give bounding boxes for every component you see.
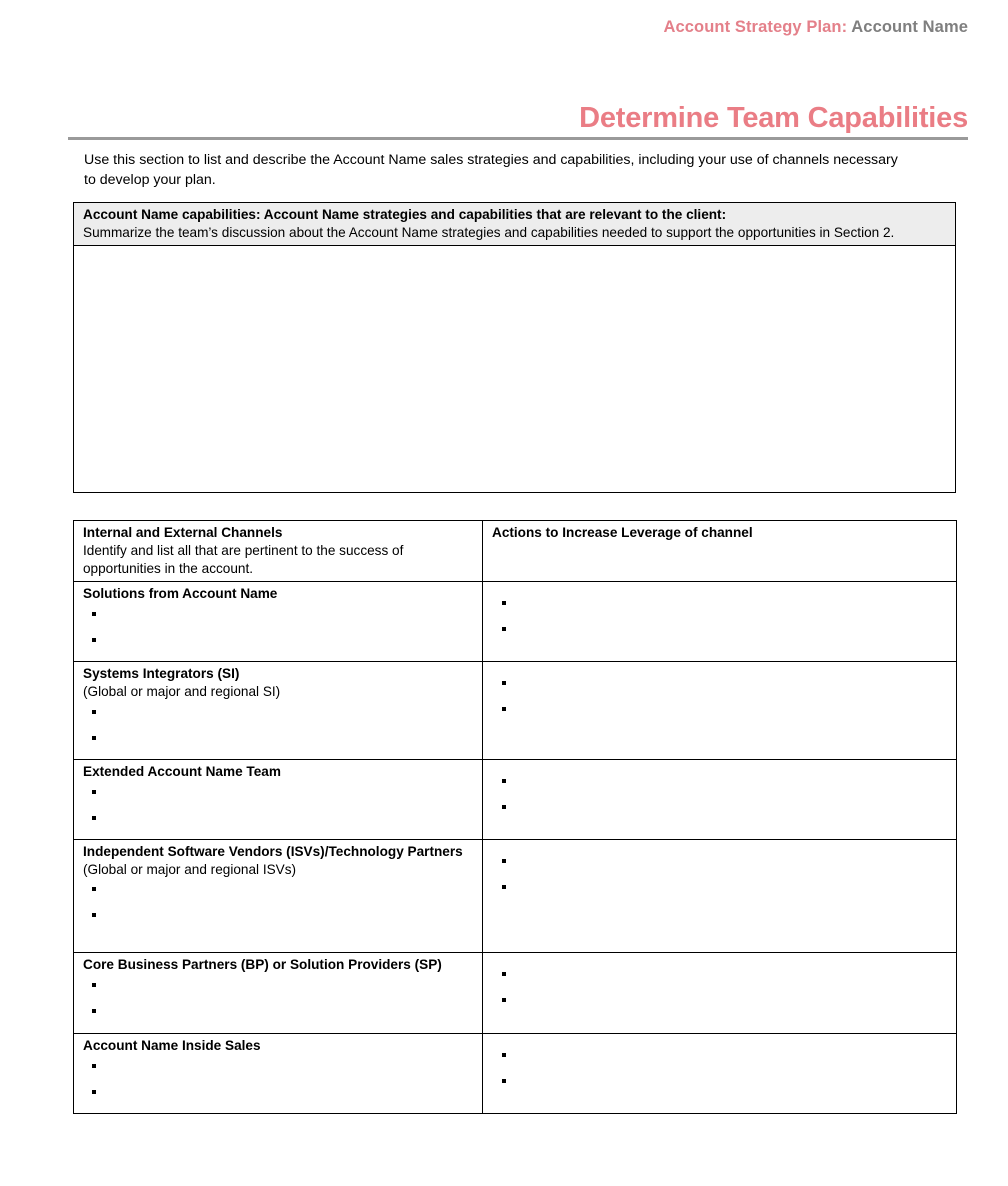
list-item[interactable] bbox=[502, 773, 949, 789]
channel-name-cell[interactable]: Systems Integrators (SI) (Global or major… bbox=[73, 660, 483, 760]
channel-actions-cell[interactable] bbox=[482, 580, 957, 662]
list-item[interactable] bbox=[92, 784, 475, 800]
channel-bullet-list bbox=[83, 1058, 475, 1100]
channel-actions-cell[interactable] bbox=[482, 660, 957, 760]
list-item[interactable] bbox=[502, 853, 949, 869]
table-row: Systems Integrators (SI) (Global or major… bbox=[73, 660, 957, 760]
list-item[interactable] bbox=[502, 675, 949, 691]
list-item[interactable] bbox=[92, 881, 475, 897]
actions-bullet-list bbox=[492, 853, 949, 895]
channel-name-sublabel: (Global or major and regional ISVs) bbox=[83, 861, 297, 877]
channels-header-right-title: Actions to Increase Leverage of channel bbox=[492, 525, 753, 540]
title-divider bbox=[68, 137, 968, 141]
actions-bullet-list bbox=[492, 773, 949, 815]
channels-table-body: Internal and External Channels Identify … bbox=[73, 520, 957, 1114]
list-item[interactable] bbox=[502, 966, 949, 982]
list-item[interactable] bbox=[502, 595, 949, 611]
list-item[interactable] bbox=[502, 621, 949, 637]
channels-table: Internal and External Channels Identify … bbox=[73, 520, 957, 1114]
channel-name-label: Systems Integrators (SI) bbox=[83, 665, 240, 681]
actions-bullet-list bbox=[492, 966, 949, 1008]
list-item[interactable] bbox=[502, 701, 949, 717]
channel-name-cell[interactable]: Core Business Partners (BP) or Solution … bbox=[73, 951, 483, 1034]
list-item[interactable] bbox=[502, 799, 949, 815]
channel-name-label: Solutions from Account Name bbox=[83, 585, 278, 601]
channel-name-cell[interactable]: Independent Software Vendors (ISVs)/Tech… bbox=[73, 838, 483, 953]
table-row: Core Business Partners (BP) or Solution … bbox=[73, 951, 957, 1034]
capabilities-heading: Account Name capabilities: Account Name … bbox=[83, 207, 727, 222]
actions-bullet-list bbox=[492, 675, 949, 717]
list-item[interactable] bbox=[92, 810, 475, 826]
list-item[interactable] bbox=[502, 1047, 949, 1063]
capabilities-instruction: Summarize the team’s discussion about th… bbox=[83, 224, 895, 240]
page-title: Determine Team Capabilities bbox=[579, 102, 968, 134]
running-header-prefix: Account Strategy Plan: bbox=[663, 18, 848, 36]
channel-actions-cell[interactable] bbox=[482, 1032, 957, 1114]
list-item[interactable] bbox=[92, 977, 475, 993]
title-block: Determine Team Capabilities bbox=[68, 102, 968, 141]
table-row: Account Name Inside Sales bbox=[73, 1032, 957, 1114]
list-item[interactable] bbox=[92, 1058, 475, 1074]
list-item[interactable] bbox=[92, 632, 475, 648]
list-item[interactable] bbox=[92, 730, 475, 746]
channel-name-label: Account Name Inside Sales bbox=[83, 1037, 261, 1053]
table-row: Solutions from Account Name bbox=[73, 580, 957, 662]
channel-bullet-list bbox=[83, 977, 475, 1019]
channel-name-label: Independent Software Vendors (ISVs)/Tech… bbox=[83, 843, 463, 859]
channel-name-label: Extended Account Name Team bbox=[83, 763, 281, 779]
channel-bullet-list bbox=[83, 606, 475, 648]
channel-name-cell[interactable]: Solutions from Account Name bbox=[73, 580, 483, 662]
channel-bullet-list bbox=[83, 784, 475, 826]
channels-header-row: Internal and External Channels Identify … bbox=[73, 520, 957, 582]
list-item[interactable] bbox=[92, 907, 475, 923]
capabilities-answer-row bbox=[73, 244, 956, 493]
channels-header-right: Actions to Increase Leverage of channel bbox=[482, 520, 957, 582]
table-row: Extended Account Name Team bbox=[73, 758, 957, 840]
channels-header-left-title: Internal and External Channels bbox=[83, 525, 283, 540]
channels-header-left: Internal and External Channels Identify … bbox=[73, 520, 483, 582]
channel-bullet-list bbox=[83, 881, 475, 923]
channel-name-sublabel: (Global or major and regional SI) bbox=[83, 683, 281, 699]
channel-name-cell[interactable]: Extended Account Name Team bbox=[73, 758, 483, 840]
channel-actions-cell[interactable] bbox=[482, 758, 957, 840]
list-item[interactable] bbox=[92, 1084, 475, 1100]
capabilities-header-cell: Account Name capabilities: Account Name … bbox=[73, 202, 956, 246]
actions-bullet-list bbox=[492, 1047, 949, 1089]
channel-bullet-list bbox=[83, 704, 475, 746]
intro-paragraph: Use this section to list and describe th… bbox=[84, 152, 898, 189]
channel-name-label: Core Business Partners (BP) or Solution … bbox=[83, 956, 442, 972]
capabilities-header-row: Account Name capabilities: Account Name … bbox=[73, 202, 956, 246]
channel-actions-cell[interactable] bbox=[482, 838, 957, 953]
channel-name-cell[interactable]: Account Name Inside Sales bbox=[73, 1032, 483, 1114]
list-item[interactable] bbox=[92, 1003, 475, 1019]
capabilities-answer-cell[interactable] bbox=[73, 244, 956, 493]
list-item[interactable] bbox=[502, 1073, 949, 1089]
channel-actions-cell[interactable] bbox=[482, 951, 957, 1034]
table-row: Independent Software Vendors (ISVs)/Tech… bbox=[73, 838, 957, 953]
list-item[interactable] bbox=[92, 606, 475, 622]
document-page: Account Strategy Plan: Account Name Dete… bbox=[0, 0, 1008, 1186]
actions-bullet-list bbox=[492, 595, 949, 637]
running-header-account: Account Name bbox=[847, 18, 968, 36]
list-item[interactable] bbox=[92, 704, 475, 720]
running-header: Account Strategy Plan: Account Name bbox=[663, 18, 968, 37]
capabilities-table: Account Name capabilities: Account Name … bbox=[73, 202, 956, 493]
list-item[interactable] bbox=[502, 992, 949, 1008]
list-item[interactable] bbox=[502, 879, 949, 895]
channels-header-left-sub: Identify and list all that are pertinent… bbox=[83, 542, 404, 576]
